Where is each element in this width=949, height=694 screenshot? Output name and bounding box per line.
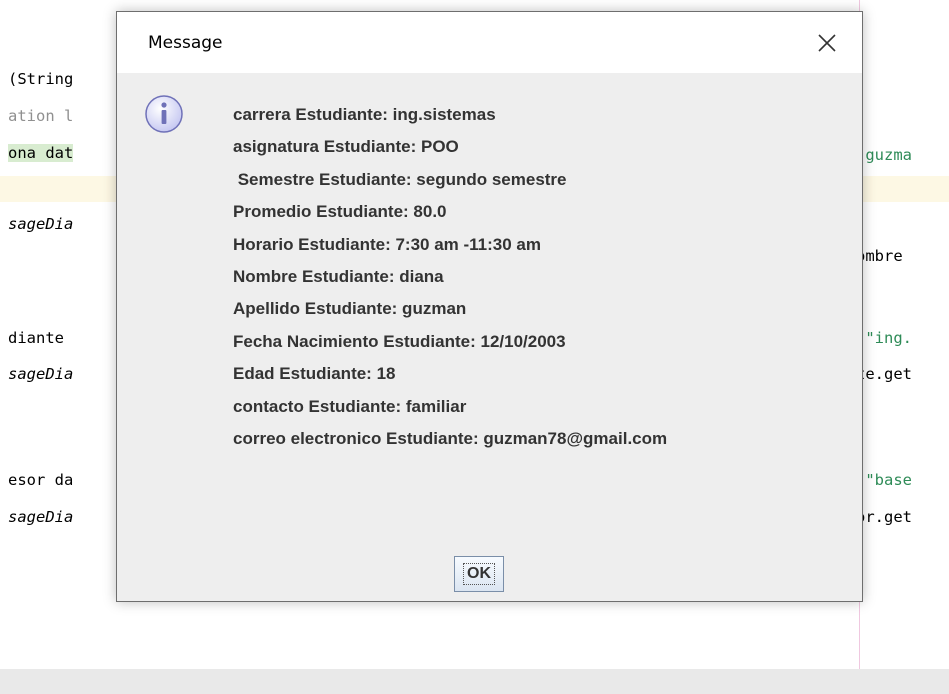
code-line: diante <box>8 329 74 347</box>
code-line: sageDia <box>8 365 74 383</box>
code-line-right: "guzma <box>856 146 912 164</box>
message-line: correo electronico Estudiante: guzman78@… <box>233 428 668 448</box>
code-line: ona dat <box>8 141 74 165</box>
code-line-right: or.get <box>856 508 912 526</box>
message-line: carrera Estudiante: ing.sistemas <box>233 105 496 124</box>
code-line: esor da <box>8 471 74 489</box>
message-line: Apellido Estudiante: guzman <box>233 299 467 319</box>
ok-button-label: OK <box>463 563 495 585</box>
code-line: sageDia <box>8 215 74 233</box>
code-line-right: ombre <box>856 247 903 265</box>
message-line: Promedio Estudiante: 80.0 <box>233 202 447 222</box>
editor-bottom-bar <box>0 669 949 694</box>
code-line-right: te.get <box>856 365 912 383</box>
info-icon <box>145 95 183 133</box>
message-line: Edad Estudiante: 18 <box>233 364 396 384</box>
code-line: ation l <box>8 107 74 125</box>
dialog-title: Message <box>148 33 223 53</box>
close-button[interactable] <box>807 26 847 60</box>
message-dialog: Message carrera Estudiante: ing.sistemas… <box>116 11 863 602</box>
ok-button[interactable]: OK <box>454 556 504 592</box>
code-line: sageDia <box>8 508 74 526</box>
code-line-right: ("ing. <box>856 329 912 347</box>
message-line: Nombre Estudiante: diana <box>233 266 444 286</box>
message-line: Fecha Nacimiento Estudiante: 12/10/2003 <box>233 331 566 351</box>
close-icon <box>818 34 836 52</box>
message-line: Horario Estudiante: 7:30 am -11:30 am <box>233 234 542 254</box>
message-line: Semestre Estudiante: segundo semestre <box>233 169 567 189</box>
message-line: contacto Estudiante: familiar <box>233 396 467 416</box>
code-line-right: ,"base <box>856 471 912 489</box>
code-text: ona dat <box>8 144 74 162</box>
message-line: asignatura Estudiante: POO <box>233 137 459 157</box>
dialog-titlebar[interactable]: Message <box>117 12 862 73</box>
message-body: carrera Estudiante: ing.sistemas asignat… <box>233 99 667 455</box>
code-line: (String <box>8 70 74 88</box>
